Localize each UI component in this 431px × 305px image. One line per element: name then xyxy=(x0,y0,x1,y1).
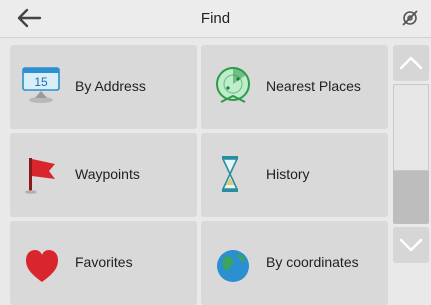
scroll-track[interactable] xyxy=(393,84,429,224)
chevron-up-icon xyxy=(399,56,423,70)
tile-label: By coordinates xyxy=(266,254,359,270)
tile-label: Favorites xyxy=(75,254,133,270)
header-bar: Find xyxy=(0,0,431,38)
tile-label: Nearest Places xyxy=(266,78,361,94)
address-calendar-icon: 15 xyxy=(18,62,66,110)
tile-by-address[interactable]: 15 By Address xyxy=(10,45,197,129)
tile-favorites[interactable]: Favorites xyxy=(10,221,197,305)
tile-label: History xyxy=(266,166,310,182)
tile-label: Waypoints xyxy=(75,166,140,182)
tile-waypoints[interactable]: Waypoints xyxy=(10,133,197,217)
chevron-down-icon xyxy=(399,238,423,252)
scroll-thumb[interactable] xyxy=(393,84,429,171)
red-flag-icon xyxy=(18,150,66,198)
scroll-down-button[interactable] xyxy=(393,227,429,263)
radar-icon xyxy=(209,62,257,110)
tile-nearest-places[interactable]: Nearest Places xyxy=(201,45,388,129)
page-title: Find xyxy=(200,10,231,27)
hourglass-icon xyxy=(209,150,257,198)
tile-label: By Address xyxy=(75,78,146,94)
heart-icon xyxy=(18,238,66,286)
gps-off-icon xyxy=(401,9,419,27)
tile-by-coordinates[interactable]: By coordinates xyxy=(201,221,388,305)
scrollbar[interactable] xyxy=(393,45,429,263)
svg-text:15: 15 xyxy=(34,75,48,89)
scroll-up-button[interactable] xyxy=(393,45,429,81)
tile-history[interactable]: History xyxy=(201,133,388,217)
globe-icon xyxy=(209,238,257,286)
